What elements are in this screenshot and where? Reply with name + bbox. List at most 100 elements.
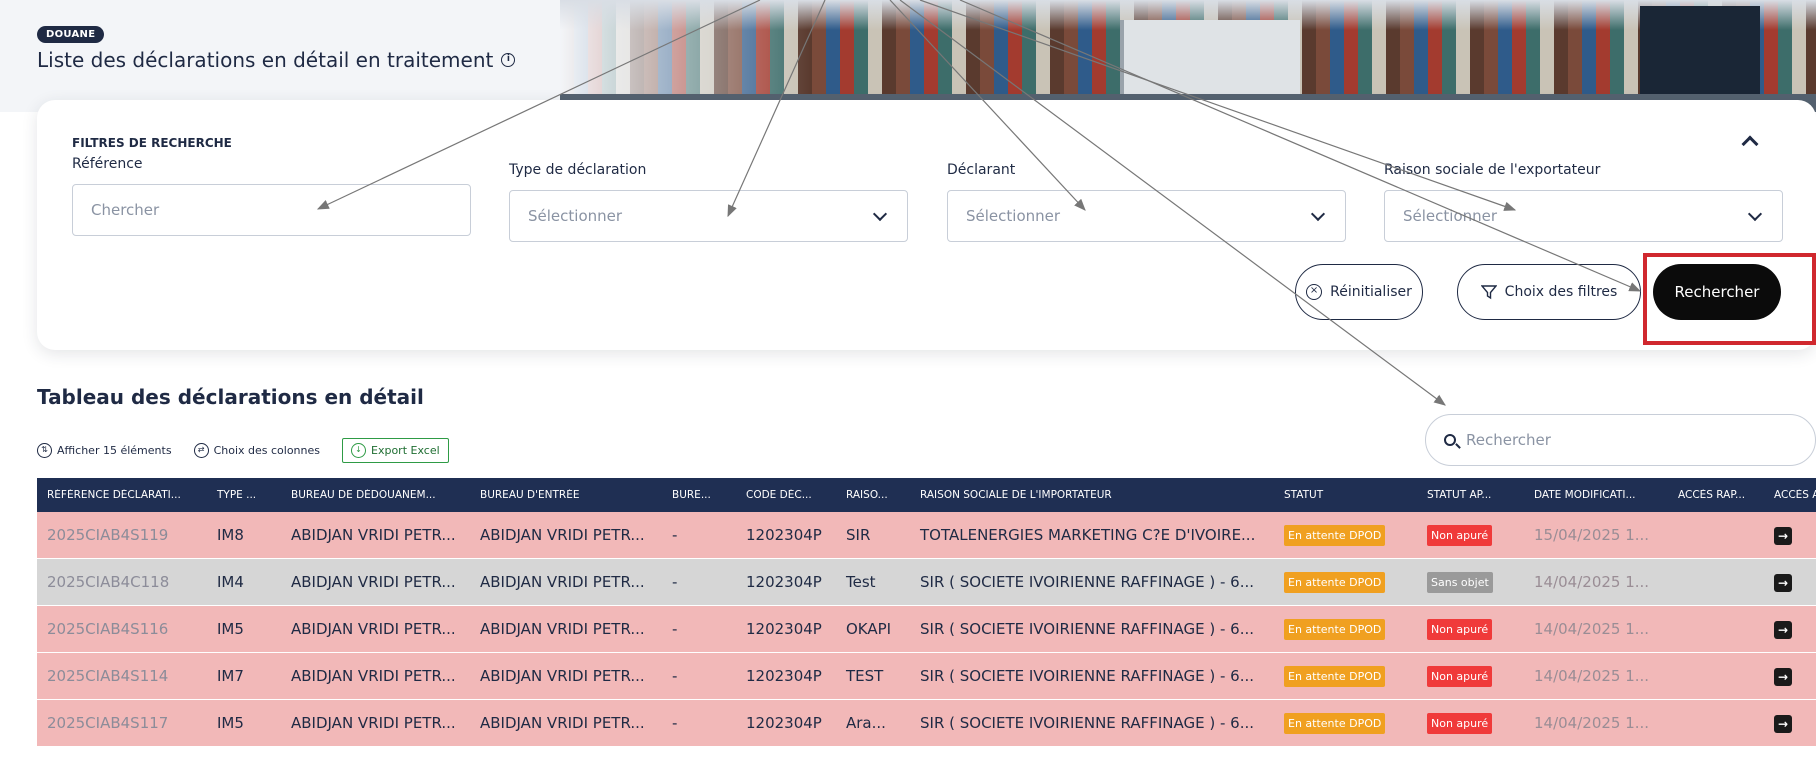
table-row[interactable]: 2025CIAB4S117 IM5 ABIDJAN VRIDI PETR... ABI… [37,700,1816,747]
table-row[interactable]: 2025CIAB4C118 IM4 ABIDJAN VRIDI PETR... ABI… [37,559,1816,606]
info-icon[interactable]: i [501,53,516,67]
column-header[interactable]: STATUT [1274,489,1417,501]
table-search-field[interactable]: Rechercher [1425,414,1816,466]
header-banner: DOUANE Liste des déclarations en détail … [0,0,1816,112]
cell-raiso: OKAPI [846,620,892,638]
chevron-up-icon[interactable] [1741,135,1759,153]
cell-type: IM7 [217,667,244,685]
cell-reference: 2025CIAB4S117 [47,714,169,732]
cell-raiso: SIR [846,526,871,544]
status-badge: En attente DPOD [1284,571,1386,593]
highlight-annotation [1643,253,1816,345]
cell-bure: - [672,573,678,591]
download-icon: ↓ [351,442,366,458]
column-header[interactable]: ACCÈS RAP... [1668,489,1764,501]
cell-type: IM8 [217,526,244,544]
column-header[interactable]: DATE MODIFICATI... [1524,489,1668,501]
cell-bureau-entree: ABIDJAN VRIDI PETR... [480,573,645,591]
table-row[interactable]: 2025CIAB4S116 IM5 ABIDJAN VRIDI PETR... ABI… [37,606,1816,653]
table-body: 2025CIAB4S119 IM8 ABIDJAN VRIDI PETR... ABI… [37,512,1816,747]
cell-bure: - [672,526,678,544]
cell-importateur: TOTALENERGIES MARKETING C?E D'IVOIRE... [920,526,1256,544]
cell-date: 14/04/2025 1... [1534,573,1650,591]
page-title-text: Liste des déclarations en détail en trai… [37,48,494,72]
column-header[interactable]: STATUT AP... [1417,489,1524,501]
declarations-table: RÉFÉRENCE DÉCLARATI... TYPE ... BUREAU D… [37,478,1816,747]
column-header[interactable]: RAISON SOCIALE DE L'IMPORTATEUR [910,489,1274,501]
reference-input[interactable] [91,201,452,219]
column-header[interactable]: RAISO... [836,489,910,501]
cell-bure: - [672,714,678,732]
column-header[interactable]: TYPE ... [207,489,281,501]
reference-field[interactable] [72,184,471,236]
arrow-right-square-icon[interactable]: → [1774,526,1792,545]
column-header[interactable]: BUREAU D'ENTRÉE [470,489,662,501]
cell-reference: 2025CIAB4S119 [47,526,169,544]
cell-reference: 2025CIAB4C118 [47,573,170,591]
exportateur-value: Sélectionner [1403,207,1498,225]
arrow-right-square-icon[interactable]: → [1774,667,1792,686]
status-badge: Non apuré [1427,665,1493,687]
cell-bureau-dedouanement: ABIDJAN VRIDI PETR... [291,667,456,685]
cell-code: 1202304P [746,667,822,685]
column-header[interactable]: BURE... [662,489,736,501]
reference-label: Référence [72,156,143,172]
type-declaration-value: Sélectionner [528,207,623,225]
cell-bureau-dedouanement: ABIDJAN VRIDI PETR... [291,573,456,591]
cell-statut-ap: Non apuré [1417,524,1524,546]
status-badge: En attente DPOD [1284,665,1386,687]
cell-importateur: SIR ( SOCIETE IVOIRIENNE RAFFINAGE ) - 6… [920,620,1255,638]
column-header[interactable]: BUREAU DE DÉDOUANEM... [281,489,470,501]
cell-importateur: SIR ( SOCIETE IVOIRIENNE RAFFINAGE ) - 6… [920,714,1255,732]
cell-date: 14/04/2025 1... [1534,620,1650,638]
column-header[interactable]: ACCÈS A [1764,489,1816,501]
cell-statut: En attente DPOD [1274,665,1417,687]
type-declaration-select[interactable]: Sélectionner [509,190,908,242]
exportateur-select[interactable]: Sélectionner [1384,190,1783,242]
declarant-select[interactable]: Sélectionner [947,190,1346,242]
table-row[interactable]: 2025CIAB4S119 IM8 ABIDJAN VRIDI PETR... ABI… [37,512,1816,559]
module-tag: DOUANE [37,26,105,43]
column-header[interactable]: CODE DÉC... [736,489,836,501]
cell-acces: → [1764,526,1816,545]
reset-button[interactable]: × Réinitialiser [1295,264,1423,320]
show-items-button[interactable]: ⇅ Afficher 15 éléments [37,442,172,458]
status-badge: Non apuré [1427,618,1493,640]
cell-statut: En attente DPOD [1274,571,1417,593]
cell-bureau-dedouanement: ABIDJAN VRIDI PETR... [291,620,456,638]
choose-filters-button[interactable]: Choix des filtres [1457,264,1641,320]
cell-statut-ap: Non apuré [1417,712,1524,734]
table-header: RÉFÉRENCE DÉCLARATI... TYPE ... BUREAU D… [37,478,1816,512]
table-title: Tableau des déclarations en détail [37,385,424,409]
exportateur-label: Raison sociale de l'exportateur [1384,162,1601,178]
cell-statut-ap: Non apuré [1417,618,1524,640]
cell-code: 1202304P [746,620,822,638]
cell-type: IM5 [217,714,244,732]
chevron-down-icon [1310,206,1326,222]
search-filters-panel: FILTRES DE RECHERCHE Référence Type de d… [37,100,1816,350]
cell-reference: 2025CIAB4S114 [47,667,169,685]
cell-statut: En attente DPOD [1274,524,1417,546]
cell-bureau-dedouanement: ABIDJAN VRIDI PETR... [291,526,456,544]
table-row[interactable]: 2025CIAB4S114 IM7 ABIDJAN VRIDI PETR... ABI… [37,653,1816,700]
declarant-label: Déclarant [947,162,1016,178]
cell-raiso: TEST [846,667,884,685]
cell-code: 1202304P [746,573,822,591]
status-badge: Sans objet [1427,571,1493,593]
choose-filters-label: Choix des filtres [1504,284,1618,300]
arrow-right-square-icon[interactable]: → [1774,620,1792,639]
column-header[interactable]: RÉFÉRENCE DÉCLARATI... [37,489,207,501]
table-toolbar: ⇅ Afficher 15 éléments ⇄ Choix des colon… [37,435,449,465]
chevron-down-icon [1747,206,1763,222]
status-badge: En attente DPOD [1284,524,1386,546]
cell-statut-ap: Sans objet [1417,571,1524,593]
export-excel-button[interactable]: ↓ Export Excel [342,437,449,463]
cell-raiso: Test [846,573,876,591]
columns-button[interactable]: ⇄ Choix des colonnes [193,442,320,458]
cell-bureau-dedouanement: ABIDJAN VRIDI PETR... [291,714,456,732]
cell-code: 1202304P [746,526,822,544]
cell-importateur: SIR ( SOCIETE IVOIRIENNE RAFFINAGE ) - 6… [920,667,1255,685]
arrow-right-square-icon[interactable]: → [1774,714,1792,733]
chevron-down-icon [872,206,888,222]
arrow-right-square-icon[interactable]: → [1774,573,1792,592]
